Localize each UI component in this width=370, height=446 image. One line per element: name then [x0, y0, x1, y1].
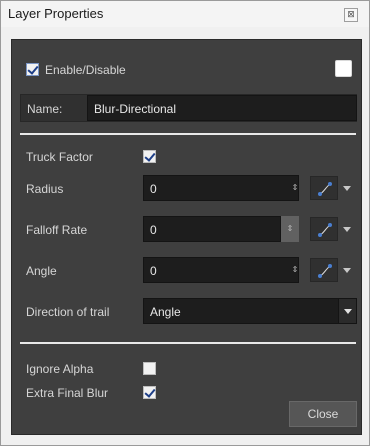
close-button[interactable]: Close: [289, 401, 357, 427]
chevron-down-icon[interactable]: [343, 227, 351, 232]
section-divider-bottom: [20, 342, 356, 344]
name-row: Name: Blur-Directional: [20, 94, 357, 122]
extra-final-blur-label: Extra Final Blur: [26, 386, 109, 400]
chevron-down-icon[interactable]: [343, 186, 351, 191]
extra-final-blur-checkbox[interactable]: [143, 386, 156, 399]
ignore-alpha-label: Ignore Alpha: [26, 362, 94, 376]
enable-label: Enable/Disable: [45, 63, 126, 77]
function-curve-icon: [318, 182, 332, 196]
window-title: Layer Properties: [8, 6, 104, 21]
direction-of-trail-label: Direction of trail: [26, 305, 110, 319]
falloff-rate-input[interactable]: 0: [143, 216, 281, 242]
falloff-rate-function-curve-button[interactable]: [310, 217, 338, 241]
radius-label: Radius: [26, 182, 64, 196]
name-label: Name:: [27, 102, 63, 116]
chevron-down-icon[interactable]: [343, 268, 351, 273]
properties-panel: Enable/Disable Name: Blur-Directional Tr…: [11, 39, 362, 435]
title-bar: Layer Properties ⊠: [1, 1, 369, 27]
section-divider-top: [20, 133, 356, 135]
direction-of-trail-select[interactable]: Angle: [143, 298, 357, 324]
angle-function-curve-button[interactable]: [310, 258, 338, 282]
truck-factor-label: Truck Factor: [26, 150, 93, 164]
function-curve-icon: [318, 264, 332, 278]
direction-of-trail-value: Angle: [150, 305, 181, 319]
radius-input[interactable]: 0: [143, 175, 299, 201]
color-swatch-button[interactable]: [335, 60, 352, 77]
truck-factor-checkbox[interactable]: [143, 150, 156, 163]
enable-checkbox[interactable]: [26, 63, 39, 76]
chevron-down-icon[interactable]: [338, 299, 356, 323]
ignore-alpha-checkbox[interactable]: [143, 362, 156, 375]
angle-label: Angle: [26, 264, 57, 278]
radius-spinner-icon[interactable]: ⇕: [286, 175, 304, 201]
layer-properties-window: Layer Properties ⊠ Enable/Disable Name: …: [0, 0, 370, 446]
function-curve-icon: [318, 223, 332, 237]
name-input[interactable]: Blur-Directional: [87, 95, 357, 121]
angle-spinner-icon[interactable]: ⇕: [286, 257, 304, 283]
falloff-rate-spinner-icon[interactable]: ⇕: [281, 216, 299, 242]
falloff-rate-label: Falloff Rate: [26, 223, 88, 237]
window-close-icon[interactable]: ⊠: [344, 8, 358, 22]
radius-function-curve-button[interactable]: [310, 176, 338, 200]
angle-input[interactable]: 0: [143, 257, 299, 283]
